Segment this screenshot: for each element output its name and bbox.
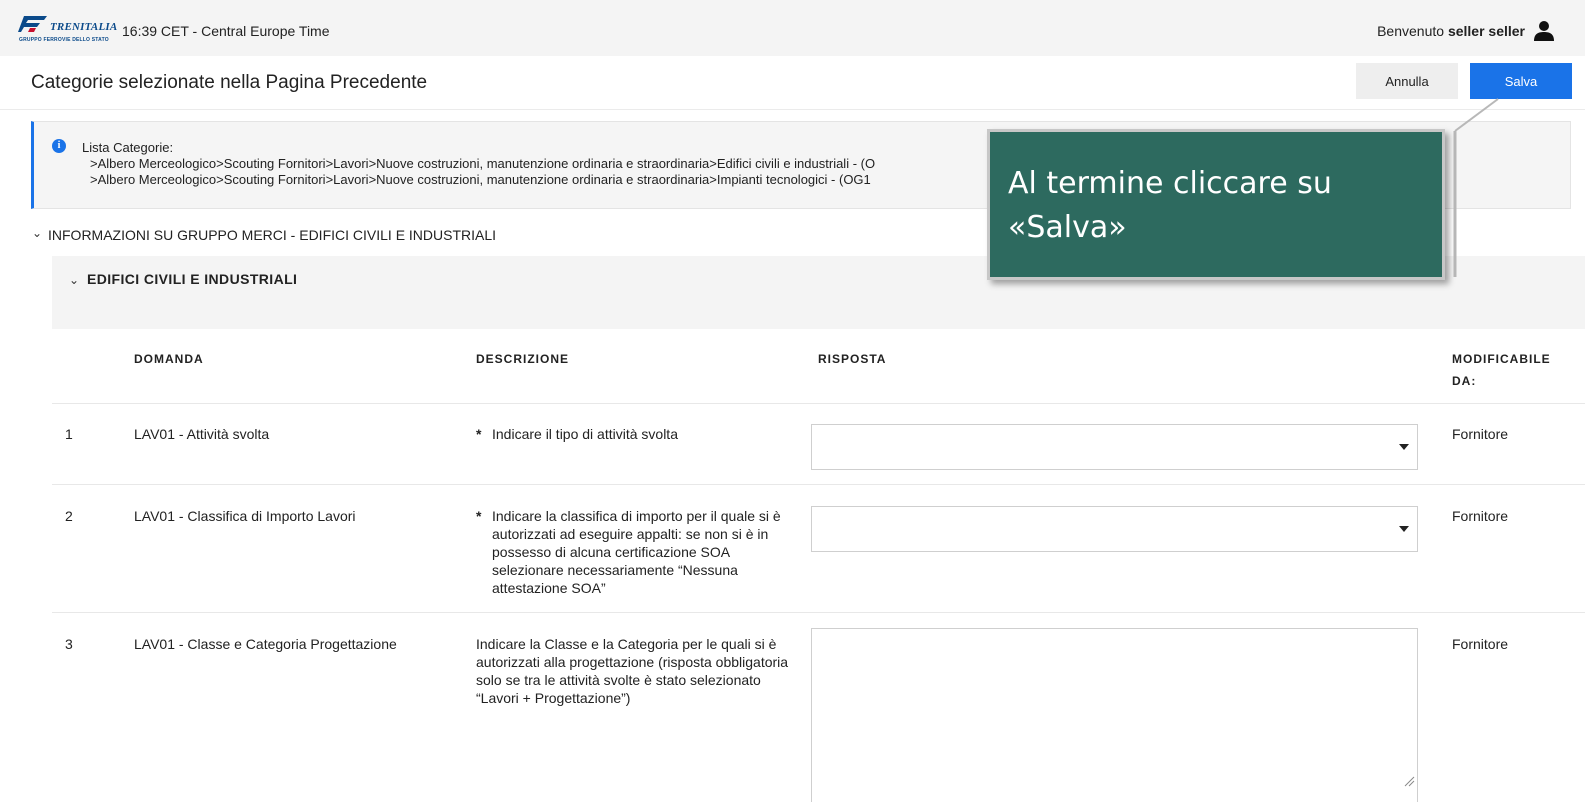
resize-handle-icon[interactable]: [1403, 775, 1415, 787]
editable-by: Fornitore: [1452, 636, 1509, 652]
question-label: LAV01 - Classifica di Importo Lavori: [134, 508, 356, 524]
column-header-modificabile-line1: MODIFICABILE: [1452, 352, 1551, 366]
question-description: Indicare la classifica di importo per il…: [492, 508, 781, 596]
category-path-1: >Albero Merceologico>Scouting Fornitori>…: [90, 156, 876, 171]
page-title: Categorie selezionate nella Pagina Prece…: [31, 72, 428, 93]
welcome-text: Benvenuto seller seller: [1377, 23, 1525, 39]
save-button[interactable]: Salva: [1470, 63, 1572, 99]
required-marker: *: [476, 426, 482, 442]
column-header-modificabile-line2: DA:: [1452, 374, 1477, 388]
dropdown-caret-icon[interactable]: [1399, 444, 1409, 450]
header-divider: [0, 109, 1585, 110]
category-path-2: >Albero Merceologico>Scouting Fornitori>…: [90, 172, 871, 187]
instruction-callout: Al termine cliccare su «Salva»: [987, 129, 1445, 280]
row-number: 2: [65, 508, 73, 524]
column-header-risposta: RISPOSTA: [818, 352, 887, 366]
row-separator: [52, 403, 1585, 404]
column-header-domanda: DOMANDA: [134, 352, 204, 366]
info-title: Lista Categorie:: [82, 140, 174, 155]
required-marker: *: [476, 508, 482, 524]
column-header-descrizione: DESCRIZIONE: [476, 352, 570, 366]
question-label: LAV01 - Classe e Categoria Progettazione: [134, 636, 397, 652]
answer-select[interactable]: [811, 506, 1418, 552]
column-header-modificabile: MODIFICABILE DA:: [1452, 348, 1551, 392]
cancel-button[interactable]: Annulla: [1356, 63, 1458, 99]
question-description: Indicare il tipo di attività svolta: [492, 426, 678, 442]
trenitalia-logo-mark-icon: [18, 16, 47, 32]
group-chevron-down-icon[interactable]: ⌄: [69, 273, 79, 287]
clock-text: 16:39 CET - Central Europe Time: [122, 23, 330, 39]
dropdown-caret-icon[interactable]: [1399, 526, 1409, 532]
info-icon: i: [52, 139, 66, 153]
welcome-user: seller seller: [1447, 23, 1525, 39]
answer-select[interactable]: [811, 424, 1418, 470]
group-title[interactable]: EDIFICI CIVILI E INDUSTRIALI: [87, 271, 297, 287]
answer-textarea[interactable]: [811, 628, 1418, 802]
brand-name: TRENITALIA: [50, 21, 118, 33]
callout-text: Al termine cliccare su «Salva»: [1008, 166, 1332, 245]
welcome-prefix: Benvenuto: [1377, 23, 1445, 39]
row-number: 3: [65, 636, 73, 652]
section-chevron-down-icon[interactable]: ⌄: [32, 226, 42, 240]
question-label: LAV01 - Attività svolta: [134, 426, 270, 442]
row-separator: [52, 612, 1585, 613]
question-description: Indicare la Classe e la Categoria per le…: [476, 636, 789, 706]
editable-by: Fornitore: [1452, 508, 1509, 524]
section-title[interactable]: INFORMAZIONI SU GRUPPO MERCI - EDIFICI C…: [48, 227, 496, 243]
brand-subtitle: GRUPPO FERROVIE DELLO STATO: [19, 37, 109, 43]
row-number: 1: [65, 426, 73, 442]
top-bar: TRENITALIA GRUPPO FERROVIE DELLO STATO 1…: [0, 0, 1585, 56]
trenitalia-logo[interactable]: TRENITALIA GRUPPO FERROVIE DELLO STATO: [16, 14, 136, 48]
user-icon[interactable]: [1533, 20, 1555, 42]
row-separator: [52, 484, 1585, 485]
editable-by: Fornitore: [1452, 426, 1509, 442]
